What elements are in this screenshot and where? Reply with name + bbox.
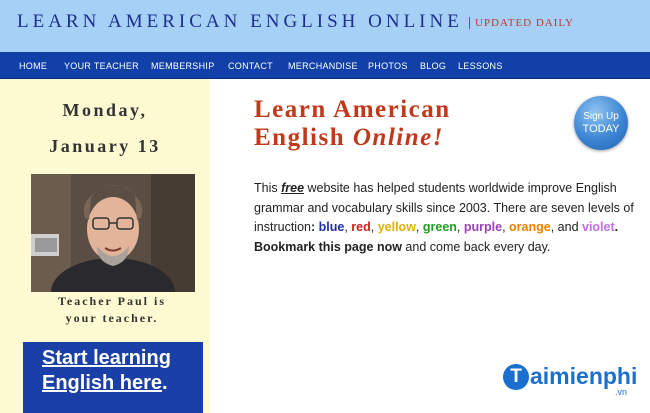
date-day: January 13: [49, 136, 161, 156]
watermark-t-icon: T: [503, 364, 529, 390]
site-title[interactable]: LEARN AMERICAN ENGLISH ONLINE: [17, 11, 463, 33]
page-title: Learn American English Online!: [254, 96, 451, 152]
title-line2-italic: Online!: [352, 124, 444, 151]
nav-merchandise[interactable]: MERCHANDISE: [288, 61, 358, 71]
nav-contact[interactable]: CONTACT: [228, 61, 273, 71]
nav-lessons[interactable]: LESSONS: [458, 61, 503, 71]
photo-caption-line1: Teacher Paul is: [57, 294, 166, 308]
sign-up-label: Sign Up: [583, 111, 619, 122]
start-learning-text: Start learning English here.: [42, 346, 202, 396]
site-header: LEARN AMERICAN ENGLISH ONLINE UPDATED DA…: [0, 0, 650, 52]
nav-your-teacher[interactable]: YOUR TEACHER: [64, 61, 139, 71]
title-line2-plain: English: [254, 124, 353, 151]
sidebar: Monday, January 13 Teacher Paul is your …: [0, 79, 210, 413]
sep-5: ,: [502, 220, 510, 234]
nav-home[interactable]: HOME: [19, 61, 47, 71]
teacher-photo[interactable]: [31, 174, 195, 292]
title-line2: English Online!: [254, 124, 451, 152]
nav-membership[interactable]: MEMBERSHIP: [151, 61, 215, 71]
tagline: UPDATED DAILY: [469, 17, 574, 29]
start-learning-box[interactable]: Start learning English here.: [23, 342, 203, 413]
intro-text-1: This: [254, 181, 282, 195]
teacher-photo-icon: [31, 174, 195, 292]
photo-caption-line2: your teacher.: [65, 311, 159, 325]
nav-photos[interactable]: PHOTOS: [368, 61, 408, 71]
level-yellow[interactable]: yellow: [378, 220, 416, 234]
sep-4: ,: [456, 220, 464, 234]
sign-up-button[interactable]: Sign Up TODAY: [574, 96, 628, 150]
level-violet[interactable]: violet: [582, 220, 615, 234]
sep-3: ,: [415, 220, 423, 234]
nav-blog[interactable]: BLOG: [420, 61, 446, 71]
watermark-text: aimienphi: [530, 363, 638, 389]
sign-up-today-label: TODAY: [582, 123, 620, 135]
date-weekday: Monday,: [62, 100, 148, 120]
intro-paragraph: This free website has helped students wo…: [254, 179, 634, 257]
intro-end: and come back every day.: [401, 239, 551, 254]
main-nav: HOME YOUR TEACHER MEMBERSHIP CONTACT MER…: [0, 52, 650, 79]
start-learning-period: .: [162, 372, 168, 394]
level-blue[interactable]: blue: [319, 220, 345, 234]
start-learning-link[interactable]: Start learning English here: [42, 347, 171, 394]
level-orange[interactable]: orange: [509, 220, 551, 234]
level-green[interactable]: green: [423, 220, 457, 234]
sep-period: .: [614, 220, 619, 234]
title-line1: Learn American: [254, 96, 451, 123]
level-purple[interactable]: purple: [464, 220, 502, 234]
sep-2: ,: [370, 220, 378, 234]
watermark-suffix: .vn: [615, 387, 628, 397]
intro-colon: :: [310, 220, 316, 234]
bookmark-text: Bookmark this page now: [254, 239, 402, 254]
sep-and: , and: [550, 220, 582, 234]
free-word: free: [281, 181, 305, 195]
level-red[interactable]: red: [351, 220, 370, 234]
